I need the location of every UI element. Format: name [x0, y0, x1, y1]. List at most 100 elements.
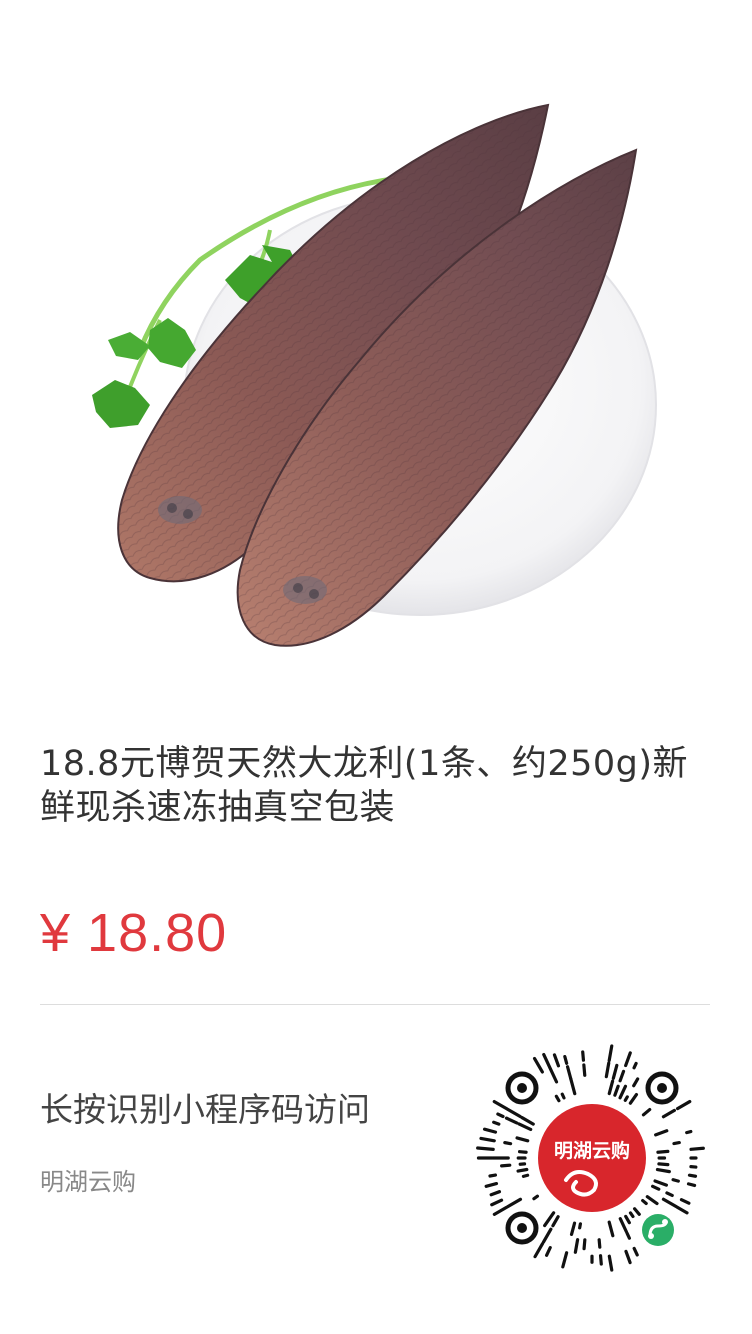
qr-dash	[573, 1238, 580, 1254]
qr-dash	[488, 1173, 498, 1178]
qr-dash	[657, 1162, 670, 1167]
qr-dash	[552, 1053, 561, 1068]
shop-name: 明湖云购	[40, 1168, 136, 1196]
qr-dash	[541, 1227, 553, 1244]
qr-dash	[641, 1107, 652, 1117]
qr-dash	[628, 1211, 635, 1219]
qr-dash	[624, 1051, 632, 1068]
qr-dash	[632, 1246, 639, 1257]
qr-dash	[607, 1079, 615, 1096]
qr-dash	[542, 1052, 552, 1070]
qr-dash	[675, 1205, 689, 1215]
qr-dash	[482, 1127, 498, 1134]
qr-dash	[532, 1194, 540, 1201]
qr-dash	[655, 1167, 671, 1174]
qr-dash	[671, 1178, 680, 1183]
qr-dash	[623, 1095, 629, 1102]
qr-dash	[685, 1129, 693, 1135]
qr-dash	[653, 1179, 668, 1187]
qr-dash	[628, 1092, 639, 1105]
qr-dash	[618, 1084, 628, 1100]
qr-dash	[632, 1207, 641, 1216]
qr-dash	[654, 1129, 669, 1137]
qr-dash	[479, 1136, 496, 1143]
qr-dash	[563, 1055, 569, 1065]
qr-dash	[492, 1205, 509, 1216]
product-price: ¥ 18.80	[40, 903, 228, 963]
qr-dash	[569, 1221, 577, 1237]
qr-dash	[618, 1069, 626, 1083]
qr-dash	[607, 1254, 614, 1272]
qr-dash	[661, 1108, 677, 1119]
qr-dash	[618, 1217, 628, 1234]
qr-dash	[505, 1197, 523, 1209]
qr-dash	[489, 1190, 502, 1197]
qr-hint-text: 长按识别小程序码访问	[40, 1090, 370, 1129]
qr-dash	[604, 1061, 611, 1079]
fish-fillet-plate-image	[92, 103, 657, 647]
divider	[40, 1004, 710, 1005]
qr-dash	[661, 1197, 678, 1209]
qr-dash	[611, 1063, 619, 1080]
qr-dash	[581, 1050, 586, 1062]
qr-dash	[578, 1222, 582, 1230]
qr-dash	[687, 1173, 698, 1178]
qr-dash	[632, 1061, 638, 1070]
qr-dash	[545, 1246, 552, 1257]
qr-dash	[651, 1184, 661, 1191]
qr-dash	[554, 1094, 561, 1103]
qr-dash	[665, 1191, 674, 1198]
qr-logo-text: 明湖云购	[554, 1139, 630, 1162]
qr-dash	[582, 1063, 587, 1077]
qr-dash	[517, 1122, 533, 1132]
qr-dash	[492, 1099, 509, 1111]
qr-dash	[645, 1195, 659, 1206]
qr-finder-top-left	[505, 1071, 539, 1105]
qr-dash	[624, 1249, 632, 1265]
qr-dash	[506, 1107, 522, 1119]
qr-dash	[560, 1092, 566, 1100]
product-image[interactable]	[0, 0, 752, 700]
qr-dash	[504, 1116, 519, 1125]
qr-dash	[500, 1163, 512, 1168]
qr-dash	[686, 1182, 697, 1188]
qr-dash	[675, 1099, 692, 1111]
mini-program-qr-code[interactable]: 明湖云购	[474, 1040, 710, 1276]
qr-dash	[582, 1238, 587, 1251]
qr-dash	[516, 1167, 529, 1173]
qr-dash	[689, 1146, 705, 1151]
qr-dash	[598, 1254, 603, 1266]
qr-dash	[476, 1146, 495, 1151]
qr-dash	[517, 1150, 528, 1154]
qr-finder-bottom-left	[505, 1211, 539, 1245]
qr-dash	[679, 1198, 691, 1205]
qr-dash	[597, 1238, 602, 1249]
qr-dash	[490, 1198, 504, 1207]
qr-dash	[533, 1242, 545, 1259]
qr-code-icon: 明湖云购	[476, 1044, 705, 1272]
qr-dash	[632, 1077, 640, 1088]
qr-dash	[520, 1115, 535, 1126]
product-title: 18.8元博贺天然大龙利(1条、约250g)新鲜现杀速冻抽真空包装	[40, 744, 689, 828]
qr-dash	[607, 1220, 615, 1238]
qr-dash	[484, 1182, 499, 1188]
qr-dash	[515, 1136, 530, 1143]
qr-dash	[641, 1198, 648, 1206]
qr-dash	[569, 1077, 577, 1096]
qr-dash	[625, 1231, 631, 1240]
qr-dash	[548, 1067, 559, 1084]
qr-dash	[503, 1141, 513, 1146]
qr-dash	[496, 1112, 505, 1119]
wechat-mini-program-icon	[638, 1210, 678, 1250]
qr-dash	[656, 1149, 670, 1154]
qr-dash	[492, 1120, 501, 1126]
qr-dash	[565, 1065, 573, 1081]
qr-dash	[521, 1173, 530, 1178]
qr-dash	[624, 1214, 631, 1225]
qr-finder-top-right	[645, 1071, 679, 1105]
qr-dash	[613, 1084, 620, 1097]
qr-dash	[551, 1215, 560, 1228]
qr-dash	[532, 1056, 544, 1074]
qr-dash	[561, 1251, 569, 1269]
qr-dash	[607, 1044, 614, 1063]
